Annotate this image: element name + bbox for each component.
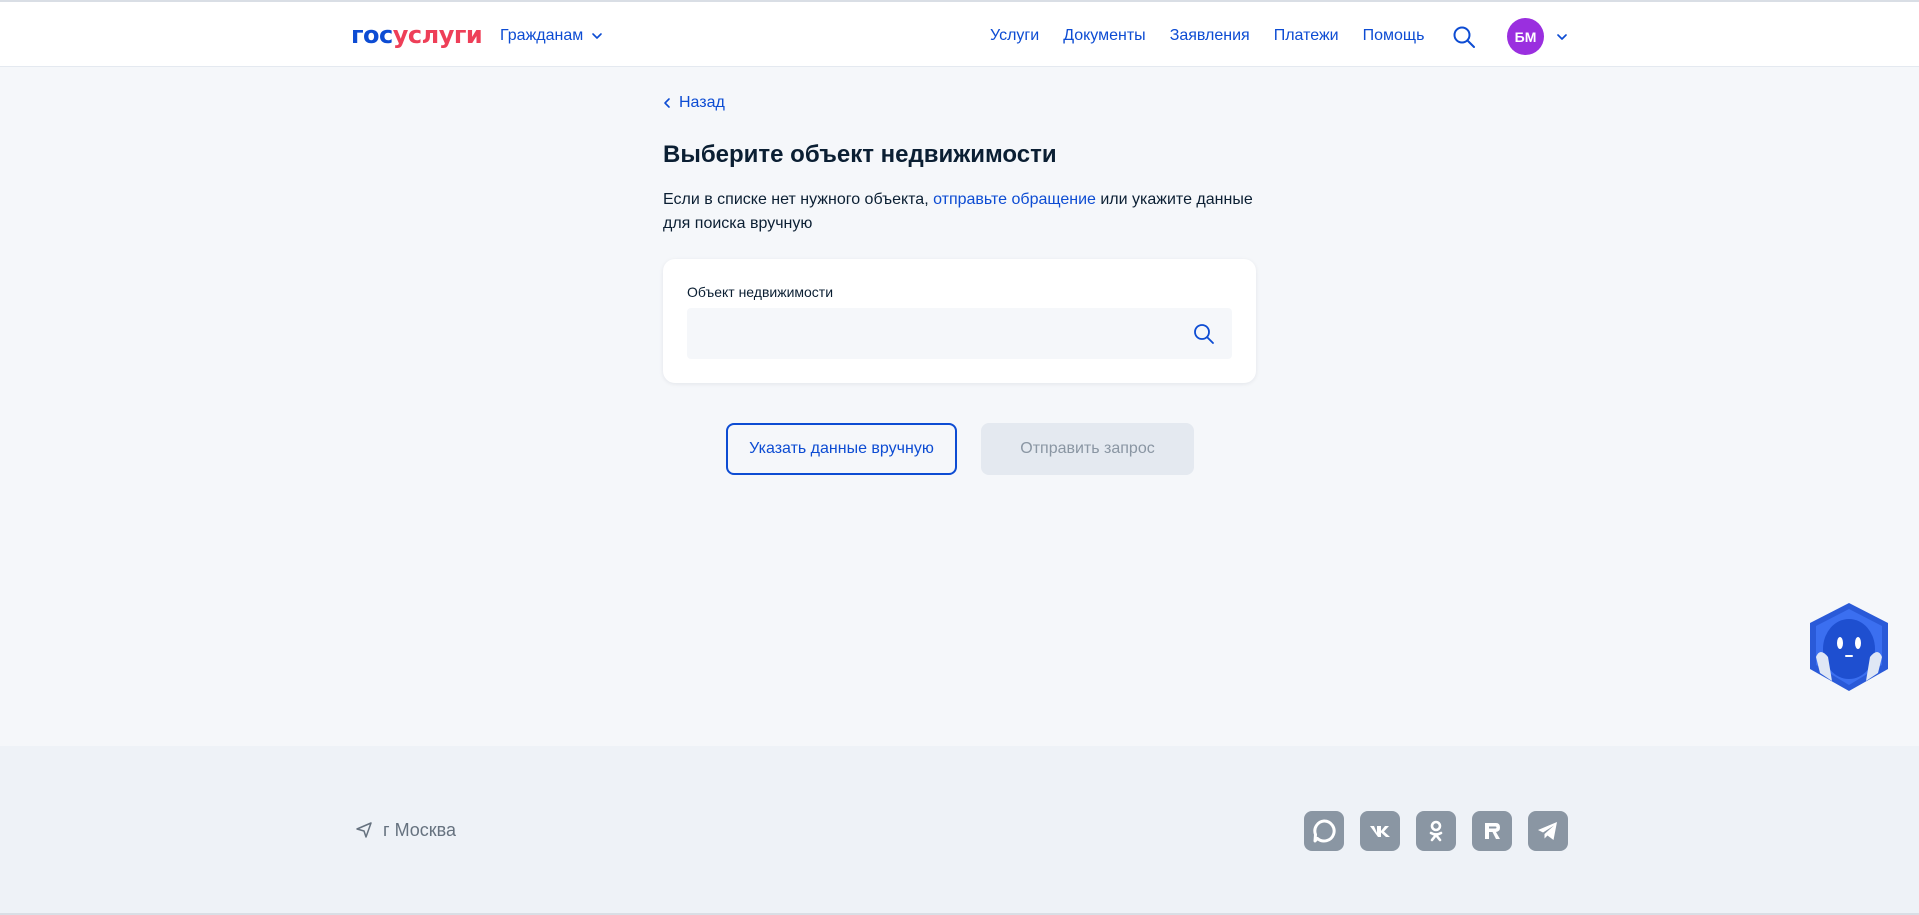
nav-item-help[interactable]: Помощь <box>1363 25 1425 47</box>
telegram-logo-shape <box>1538 822 1557 840</box>
location-selector[interactable]: г Москва <box>355 818 456 842</box>
page-description: Если в списке нет нужного объекта, отпра… <box>663 188 1263 236</box>
main-nav: Услуги Документы Заявления Платежи Помощ… <box>990 25 1424 47</box>
chevron-down-icon[interactable] <box>1555 30 1569 44</box>
chevron-down-icon <box>592 33 603 39</box>
rutube-logo-shape <box>1485 823 1500 839</box>
page-title: Выберите объект недвижимости <box>663 141 1057 168</box>
social-links <box>1304 811 1568 851</box>
ok-icon[interactable] <box>1416 811 1456 851</box>
max-logo-shape <box>1313 819 1336 843</box>
assistant-robot-icon[interactable] <box>1806 601 1892 693</box>
top-header: госуслуги Гражданам Услуги Документы Зая… <box>0 0 1919 67</box>
property-search-card: Объект недвижимости <box>663 259 1256 383</box>
logo-part-gos: гос <box>351 21 393 49</box>
audience-dropdown[interactable]: Гражданам <box>500 25 603 47</box>
property-search-input[interactable] <box>687 308 1232 359</box>
logo-part-uslugi: услуги <box>392 21 483 49</box>
nav-item-applications[interactable]: Заявления <box>1170 25 1250 47</box>
audience-label: Гражданам <box>500 27 584 44</box>
gosuslugi-logo[interactable]: госуслуги <box>351 20 483 50</box>
back-link[interactable]: Назад <box>663 92 725 114</box>
location-arrow-icon <box>356 822 372 838</box>
chevron-left-icon <box>664 98 670 108</box>
description-text-start: Если в списке нет нужного объекта, <box>663 191 934 208</box>
vk-icon[interactable] <box>1360 811 1400 851</box>
search-icon[interactable] <box>1193 323 1215 345</box>
page-footer <box>0 746 1919 915</box>
user-avatar[interactable]: БМ <box>1507 18 1544 55</box>
send-request-button[interactable]: Отправить запрос <box>981 423 1194 475</box>
enter-manually-button[interactable]: Указать данные вручную <box>726 423 957 475</box>
property-field-label: Объект недвижимости <box>687 284 834 300</box>
search-icon[interactable] <box>1452 25 1476 49</box>
avatar-initials: БМ <box>1514 28 1537 45</box>
ok-logo-shape <box>1429 820 1443 842</box>
telegram-icon[interactable] <box>1528 811 1568 851</box>
max-icon[interactable] <box>1304 811 1344 851</box>
rutube-icon[interactable] <box>1472 811 1512 851</box>
nav-item-services[interactable]: Услуги <box>990 25 1039 47</box>
nav-item-documents[interactable]: Документы <box>1063 25 1145 47</box>
send-appeal-link[interactable]: отправьте обращение <box>933 191 1096 208</box>
vk-logo-shape <box>1370 826 1390 837</box>
location-label: г Москва <box>383 820 457 840</box>
nav-item-payments[interactable]: Платежи <box>1274 25 1339 47</box>
back-label: Назад <box>679 94 725 111</box>
